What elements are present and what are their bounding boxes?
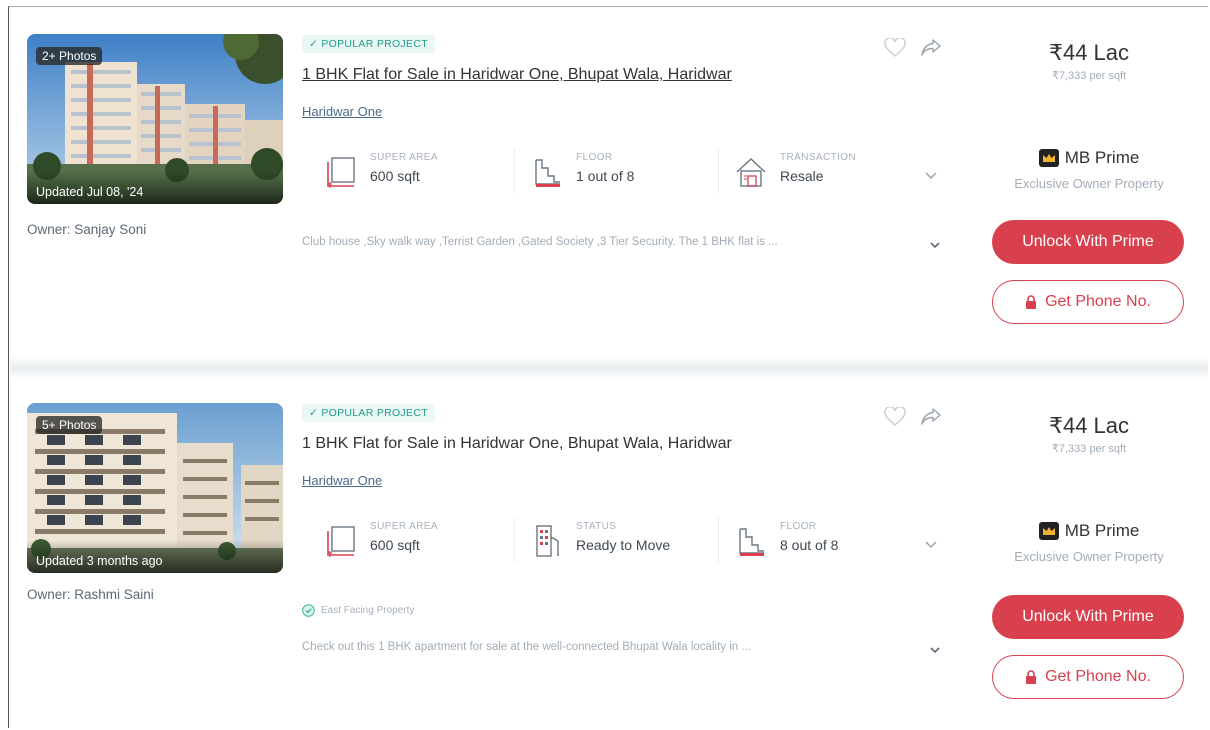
unlock-with-prime-button[interactable]: Unlock With Prime	[992, 220, 1184, 264]
summary-super-area: SUPER AREA 600 sqft	[324, 152, 514, 196]
chevron-down-icon[interactable]	[922, 166, 940, 184]
summary-floor: FLOOR 8 out of 8	[734, 521, 924, 565]
divider	[718, 148, 719, 194]
divider	[514, 517, 515, 563]
get-phone-button[interactable]: Get Phone No.	[992, 655, 1184, 699]
crown-icon	[1038, 149, 1059, 167]
listing-title-link[interactable]: 1 BHK Flat for Sale in Haridwar One, Bhu…	[302, 435, 732, 453]
floor-icon	[739, 528, 764, 556]
unlock-with-prime-button[interactable]: Unlock With Prime	[992, 595, 1184, 639]
summary-transaction: TRANSACTION Resale	[734, 152, 924, 196]
summary-value: Ready to Move	[576, 537, 671, 553]
mb-prime-block: MB Prime Exclusive Owner Property	[992, 521, 1186, 564]
summary-status: STATUS Ready to Move	[530, 521, 720, 565]
price-block: ₹44 Lac ₹7,333 per sqft	[992, 40, 1186, 82]
card-separator	[10, 355, 1208, 379]
photos-count-badge[interactable]: 2+ Photos	[36, 47, 103, 65]
get-phone-label: Get Phone No.	[1045, 668, 1151, 685]
updated-date: Updated 3 months ago	[27, 540, 283, 573]
listing-thumbnail[interactable]: 2+ Photos Updated Jul 08, '24	[27, 34, 283, 204]
listing-title-link[interactable]: 1 BHK Flat for Sale in Haridwar One, Bhu…	[302, 66, 732, 84]
price: ₹44 Lac	[1048, 40, 1130, 65]
price: ₹44 Lac	[1048, 413, 1130, 438]
prime-subtitle: Exclusive Owner Property	[1014, 176, 1164, 191]
area-icon	[327, 526, 355, 557]
listing-description[interactable]: Club house ,Sky walk way ,Terrist Garden…	[302, 236, 922, 248]
get-phone-button[interactable]: Get Phone No.	[992, 280, 1184, 324]
prime-title: MB Prime	[1064, 148, 1140, 167]
share-icon[interactable]	[918, 404, 944, 430]
project-name-link[interactable]: Haridwar One	[302, 104, 382, 119]
listing-card[interactable]: 5+ Photos Updated 3 months ago Owner: Ra…	[10, 383, 1208, 728]
summary-super-area: SUPER AREA 600 sqft	[324, 521, 514, 565]
popular-project-badge: ✓ POPULAR PROJECT	[302, 404, 435, 422]
crown-icon	[1038, 522, 1059, 540]
summary-value: 8 out of 8	[780, 537, 839, 553]
summary-label: SUPER AREA	[370, 521, 438, 532]
owner-name: Owner: Rashmi Saini	[27, 587, 154, 602]
summary-label: FLOOR	[576, 152, 613, 163]
price-block: ₹44 Lac ₹7,333 per sqft	[992, 413, 1186, 455]
house-icon	[736, 158, 766, 187]
listing-thumbnail[interactable]: 5+ Photos Updated 3 months ago	[27, 403, 283, 573]
summary-label: STATUS	[576, 521, 617, 532]
check-circle-icon	[302, 604, 315, 617]
share-icon[interactable]	[918, 35, 944, 61]
mb-prime-block: MB Prime Exclusive Owner Property	[992, 148, 1186, 191]
owner-name: Owner: Sanjay Soni	[27, 222, 147, 237]
summary-floor: FLOOR 1 out of 8	[530, 152, 720, 196]
prime-subtitle: Exclusive Owner Property	[1014, 549, 1164, 564]
area-icon	[327, 157, 355, 188]
summary-value: 600 sqft	[370, 168, 420, 184]
property-summary: SUPER AREA 600 sqft STATUS Ready to Move…	[302, 511, 952, 573]
divider	[718, 517, 719, 563]
project-name-link[interactable]: Haridwar One	[302, 473, 382, 488]
chevron-down-icon[interactable]	[922, 535, 940, 553]
east-facing-tag: East Facing Property	[302, 604, 414, 617]
summary-value: 600 sqft	[370, 537, 420, 553]
summary-label: SUPER AREA	[370, 152, 438, 163]
east-facing-label: East Facing Property	[321, 605, 415, 616]
property-summary: SUPER AREA 600 sqft FLOOR 1 out of 8 TRA…	[302, 142, 952, 204]
listing-card[interactable]: 2+ Photos Updated Jul 08, '24 Owner: San…	[10, 10, 1208, 355]
lock-icon	[1026, 670, 1037, 684]
price-per-sqft: ₹7,333 per sqft	[1051, 70, 1127, 82]
get-phone-label: Get Phone No.	[1045, 293, 1151, 310]
chevron-down-icon[interactable]	[928, 238, 942, 252]
price-per-sqft: ₹7,333 per sqft	[1051, 443, 1127, 455]
popular-project-badge: ✓ POPULAR PROJECT	[302, 35, 435, 53]
building-icon	[536, 525, 559, 557]
summary-label: TRANSACTION	[780, 152, 857, 163]
updated-date: Updated Jul 08, '24	[27, 171, 283, 204]
summary-value: 1 out of 8	[576, 168, 635, 184]
listing-description[interactable]: Check out this 1 BHK apartment for sale …	[302, 641, 922, 653]
lock-icon	[1026, 295, 1037, 309]
chevron-down-icon[interactable]	[928, 643, 942, 657]
prime-title: MB Prime	[1064, 521, 1140, 540]
photos-count-badge[interactable]: 5+ Photos	[36, 416, 103, 434]
divider	[514, 148, 515, 194]
summary-value: Resale	[780, 168, 824, 184]
favorite-heart-icon[interactable]	[882, 404, 908, 430]
floor-icon	[535, 159, 560, 187]
favorite-heart-icon[interactable]	[882, 35, 908, 61]
summary-label: FLOOR	[780, 521, 817, 532]
